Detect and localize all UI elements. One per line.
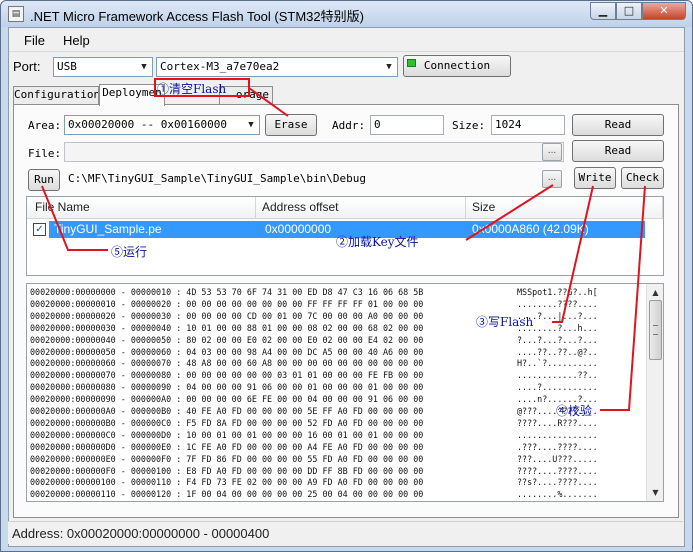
hex-dump-line: 00020000:00000100 - 00000110 : F4 FD 73 …: [30, 477, 424, 488]
menu-file[interactable]: File: [24, 33, 45, 48]
chevron-down-icon: ▼: [141, 62, 147, 72]
vertical-scrollbar[interactable]: ▲ ▼: [646, 284, 663, 501]
path-field: C:\MF\TinyGUI_Sample\TinyGUI_Sample\bin\…: [68, 172, 367, 185]
annotation-write-flash: ③写Flash: [476, 315, 534, 329]
window-controls: ▁ □ ✕: [590, 2, 686, 20]
hex-dump-line: 00020000:000000B0 - 000000C0 : F5 FD 8A …: [30, 417, 424, 428]
hex-dump-ascii: ??s?....????....: [517, 477, 598, 488]
area-label: Area:: [28, 119, 62, 132]
write-button[interactable]: Write: [574, 167, 616, 189]
hex-dump-line: 00020000:00000020 - 00000030 : 00 00 00 …: [30, 310, 424, 321]
hex-dump-line: 00020000:00000040 - 00000050 : 80 02 00 …: [30, 334, 424, 345]
chevron-down-icon: ▼: [386, 62, 392, 72]
hex-dump-line: 00020000:000000E0 - 000000F0 : 7F FD 86 …: [30, 453, 424, 464]
tab-configuration[interactable]: Configuration: [13, 86, 99, 104]
hex-dump-line: 00020000:000000A0 - 000000B0 : 40 FE A0 …: [30, 406, 424, 416]
hex-dump-line: 00020000:00000070 - 00000080 : 00 00 00 …: [30, 370, 424, 381]
tab-storage[interactable]: orage: [219, 86, 273, 104]
column-header-file-name[interactable]: File Name: [27, 197, 256, 219]
hex-dump-ascii: ................: [517, 429, 598, 440]
port-select[interactable]: USB ▼: [53, 57, 153, 77]
hex-dump-ascii: MSSpot1.??G?..h[: [517, 287, 598, 297]
hex-dump-ascii: ?...?...?...?...: [517, 334, 598, 345]
hex-dump-line: 00020000:00000080 - 00000090 : 04 00 00 …: [30, 382, 424, 393]
window-title: .NET Micro Framework Access Flash Tool (…: [30, 9, 364, 24]
connection-button-label: Connection: [423, 59, 491, 72]
title-bar[interactable]: ▤ .NET Micro Framework Access Flash Tool…: [1, 1, 692, 27]
device-select[interactable]: Cortex-M3_a7e70ea2 ▼: [156, 57, 398, 77]
file-browse-button[interactable]: ...: [542, 143, 562, 161]
path-browse-button[interactable]: ...: [542, 170, 562, 188]
file-input[interactable]: [64, 142, 564, 162]
hex-dump-ascii: ????....R???....: [517, 417, 598, 428]
hex-dump-line: 00020000:00000050 - 00000060 : 04 03 00 …: [30, 346, 424, 357]
annotation-clear-flash: ①清空Flash: [157, 82, 227, 96]
column-header-size[interactable]: Size: [466, 197, 663, 219]
close-button[interactable]: ✕: [642, 2, 686, 20]
hex-dump-ascii: ........%.......: [517, 489, 598, 500]
tab-deployment[interactable]: Deploymen: [99, 84, 165, 106]
addr-input[interactable]: 0: [370, 115, 444, 135]
size-label: Size:: [452, 119, 486, 132]
annotation-load-key-file: ②加载Key文件: [336, 235, 419, 249]
hex-dump-line: 00020000:00000030 - 00000040 : 10 01 00 …: [30, 322, 424, 333]
hex-dump-ascii: ????....????....: [517, 465, 598, 476]
app-icon: ▤: [8, 6, 24, 22]
hex-dump-line: 00020000:00000110 - 00000120 : 1F 00 04 …: [30, 489, 424, 500]
port-label: Port:: [13, 59, 41, 74]
status-address: Address: 0x00020000:00000000 - 00000400: [12, 526, 270, 541]
scroll-up-icon[interactable]: ▲: [648, 285, 663, 300]
hex-dump-line: 00020000:000000C0 - 000000D0 : 10 00 01 …: [30, 429, 424, 440]
chevron-down-icon: ▼: [248, 120, 254, 130]
port-select-value: USB: [57, 60, 77, 73]
connection-led-icon: [407, 59, 416, 67]
hex-dump-line: 00020000:00000060 - 00000070 : 48 A8 00 …: [30, 358, 424, 369]
device-select-value: Cortex-M3_a7e70ea2: [160, 60, 280, 73]
menu-bar: File Help: [9, 28, 684, 52]
hex-dump-line: 00020000:000000F0 - 00000100 : E8 FD A0 …: [30, 465, 424, 476]
addr-label: Addr:: [332, 119, 366, 132]
read-button[interactable]: Read: [572, 114, 664, 136]
erase-button[interactable]: Erase: [265, 114, 317, 136]
hex-dump-ascii: H?..`?..........: [517, 358, 598, 369]
scroll-down-icon[interactable]: ▼: [648, 485, 663, 500]
status-bar: Address: 0x00020000:00000000 - 00000400: [8, 521, 683, 544]
column-header-address-offset[interactable]: Address offset: [256, 197, 466, 219]
hex-dump-line: 00020000:00000090 - 000000A0 : 00 00 00 …: [30, 394, 424, 405]
hex-dump-ascii: ....?...........: [517, 382, 598, 393]
area-select-value: 0x00020000 -- 0x00160000: [68, 118, 227, 131]
file-row-checkbox[interactable]: ✓: [33, 223, 46, 236]
hex-dump-ascii: ....??..??..@?..: [517, 346, 598, 357]
annotation-verify: ④校验: [556, 404, 593, 418]
run-button[interactable]: Run: [28, 169, 60, 191]
hex-dump-line: 00020000:00000010 - 00000020 : 00 00 00 …: [30, 298, 424, 309]
area-select[interactable]: 0x00020000 -- 0x00160000 ▼: [64, 115, 260, 135]
check-button[interactable]: Check: [621, 167, 664, 189]
minimize-button[interactable]: ▁: [590, 2, 616, 20]
scroll-thumb[interactable]: [649, 300, 662, 360]
hex-dump-ascii: ............??..: [517, 370, 598, 381]
hex-dump-ascii: .???....????....: [517, 441, 598, 452]
hex-dump-line: 00020000:000000D0 - 000000E0 : 1C FE A0 …: [30, 441, 424, 452]
size-input[interactable]: 1024: [491, 115, 565, 135]
hex-dump-view[interactable]: 00020000:00000000 - 00000010 : 4D 53 53 …: [26, 283, 664, 502]
maximize-button[interactable]: □: [616, 2, 642, 20]
hex-dump-ascii: ........????....: [517, 298, 598, 309]
connection-button[interactable]: Connection: [403, 55, 511, 77]
menu-help[interactable]: Help: [63, 33, 90, 48]
read-file-button[interactable]: Read: [572, 140, 664, 162]
file-row-size: 0x0000A860 (42.09K): [472, 222, 589, 236]
file-label: File:: [28, 147, 62, 160]
annotation-run: ⑤运行: [111, 245, 148, 259]
file-row-name: TinyGUI_Sample.pe: [54, 222, 162, 236]
hex-dump-ascii: ???....U???.....: [517, 453, 598, 464]
hex-dump-line: 00020000:00000000 - 00000010 : 4D 53 53 …: [30, 287, 424, 297]
